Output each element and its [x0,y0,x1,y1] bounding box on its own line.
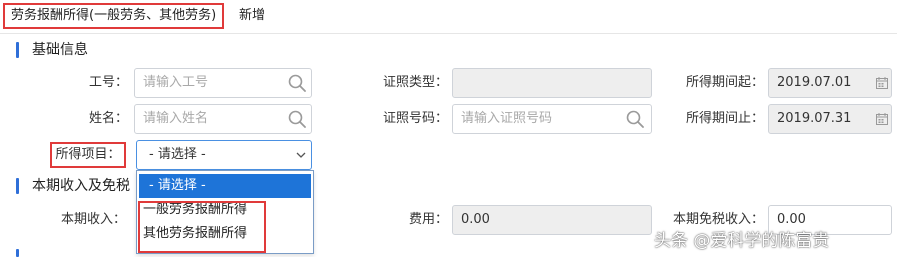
period-start-label: 所得期间起： [685,75,764,90]
section-title-basic-info: 基础信息 [32,42,88,58]
income-item-selected: - 请选择 - [149,147,206,162]
period-end-field[interactable]: 2019.07.31 [768,104,892,134]
section-title-income-exempt: 本期收入及免税 [32,178,130,194]
id-number-label: 证照号码： [382,111,448,126]
watermark: 头条 @爱科学的陈富贵 [654,231,830,251]
id-type-label: 证照类型： [382,75,448,90]
period-end-label: 所得期间止： [685,111,764,126]
current-income-label: 本期收入： [60,212,126,227]
dropdown-option[interactable]: - 请选择 - [139,174,311,198]
income-item-select[interactable]: - 请选择 - [136,140,312,170]
section-marker [16,249,19,257]
name-input[interactable]: 请输入姓名 [134,104,312,134]
period-start-field[interactable]: 2019.07.01 [768,68,892,98]
period-start-value: 2019.07.01 [777,75,852,90]
search-icon[interactable] [288,110,306,128]
section-marker [16,178,19,194]
employee-no-placeholder: 请输入工号 [143,75,209,90]
id-number-input[interactable]: 请输入证照号码 [452,104,652,134]
id-number-placeholder: 请输入证照号码 [461,111,553,126]
expense-label: 费用： [408,212,448,227]
employee-no-label: 工号： [88,75,128,90]
calendar-icon[interactable] [876,77,888,89]
header-divider [0,33,897,34]
calendar-icon[interactable] [876,113,888,125]
page-title-highlighted: 劳务报酬所得(一般劳务、其他劳务) [3,3,225,29]
name-placeholder: 请输入姓名 [143,111,209,126]
name-label: 姓名： [88,111,128,126]
employee-no-input[interactable]: 请输入工号 [134,68,312,98]
income-item-label: 所得项目： [55,147,121,162]
period-end-value: 2019.07.31 [777,111,852,126]
search-icon[interactable] [626,110,644,128]
id-type-field [452,68,652,98]
tax-exempt-income-value: 0.00 [777,212,806,227]
page-title-suffix: 新增 [239,8,266,23]
section-marker [16,42,19,58]
expense-value: 0.00 [461,212,490,227]
search-icon[interactable] [288,74,306,92]
options-highlight [138,201,266,253]
expense-field: 0.00 [452,205,652,235]
income-item-label-highlight: 所得项目： [50,142,126,168]
chevron-down-icon[interactable] [296,152,306,159]
